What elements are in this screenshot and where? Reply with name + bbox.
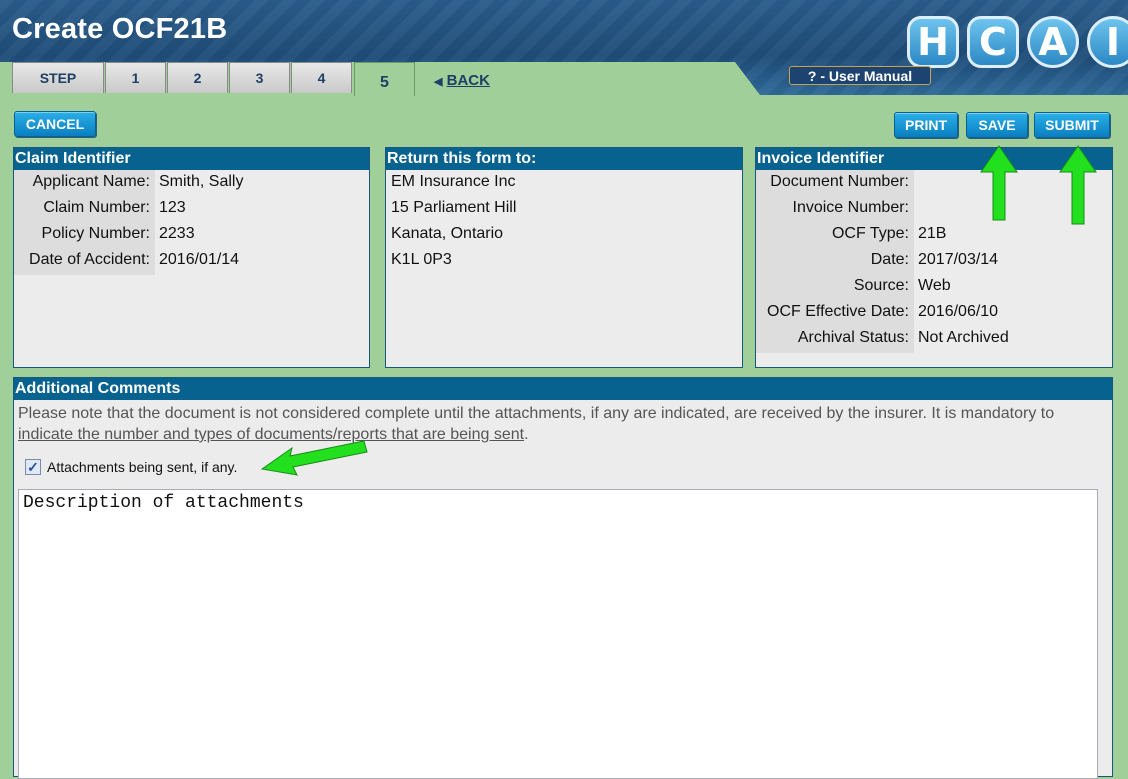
hcai-logo: H C A I [907,16,1128,74]
claim-row: Date of Accident: 2016/01/14 [14,248,369,274]
print-button[interactable]: PRINT [894,112,958,138]
submit-button[interactable]: SUBMIT [1034,112,1110,138]
cancel-button[interactable]: CANCEL [14,111,96,137]
additional-comments-panel: Additional Comments Please note that the… [13,377,1113,779]
attachments-checkbox[interactable]: ✓ [25,459,41,475]
address-line: K1L 0P3 [391,251,452,268]
invoice-row: Archival Status: Not Archived [756,326,1112,352]
invoice-identifier-heading: Invoice Identifier [756,148,1112,170]
address-line: Kanata, Ontario [391,225,504,242]
claim-row: Claim Number: 123 [14,196,369,222]
invoice-row: Document Number: [756,170,1112,196]
address-line: 15 Parliament Hill [391,199,517,216]
claim-identifier-panel: Claim Identifier Applicant Name: Smith, S… [13,147,370,368]
invoice-row: Invoice Number: [756,196,1112,222]
tab-step-3[interactable]: 3 [229,62,290,93]
save-button[interactable]: SAVE [966,112,1028,138]
claim-identifier-heading: Claim Identifier [14,148,369,170]
back-label: BACK [446,72,490,89]
back-link[interactable]: ◀ BACK [434,72,490,89]
back-arrow-icon: ◀ [434,76,443,88]
invoice-row: OCF Type: 21B [756,222,1112,248]
page-title: Create OCF21B [12,13,228,45]
return-to-heading: Return this form to: [386,148,742,170]
invoice-row: Date: 2017/03/14 [756,248,1112,274]
tab-step-4[interactable]: 4 [291,62,352,93]
tab-step-2[interactable]: 2 [167,62,228,93]
tab-step-5[interactable]: 5 [354,62,415,96]
additional-comments-heading: Additional Comments [14,378,1112,400]
invoice-row: OCF Effective Date: 2016/06/10 [756,300,1112,326]
attachments-note: Please note that the document is not con… [18,405,1055,443]
attachments-description-textarea[interactable]: Description of attachments [18,489,1098,779]
claim-row: Policy Number: 2233 [14,222,369,248]
address-line: EM Insurance Inc [391,173,516,190]
invoice-identifier-panel: Invoice Identifier Document Number: Invo… [755,147,1113,368]
tab-step: STEP [12,62,104,93]
user-manual-button[interactable]: ? - User Manual [789,66,931,85]
attachments-checkbox-row: ✓ Attachments being sent, if any. [25,459,237,475]
attachments-checkbox-label[interactable]: Attachments being sent, if any. [47,459,237,475]
tab-step-1[interactable]: 1 [105,62,166,93]
return-to-panel: Return this form to: EM Insurance Inc 15… [385,147,743,368]
note-underlined: indicate the number and types of documen… [18,426,525,443]
claim-row: Applicant Name: Smith, Sally [14,170,369,196]
invoice-row: Source: Web [756,274,1112,300]
